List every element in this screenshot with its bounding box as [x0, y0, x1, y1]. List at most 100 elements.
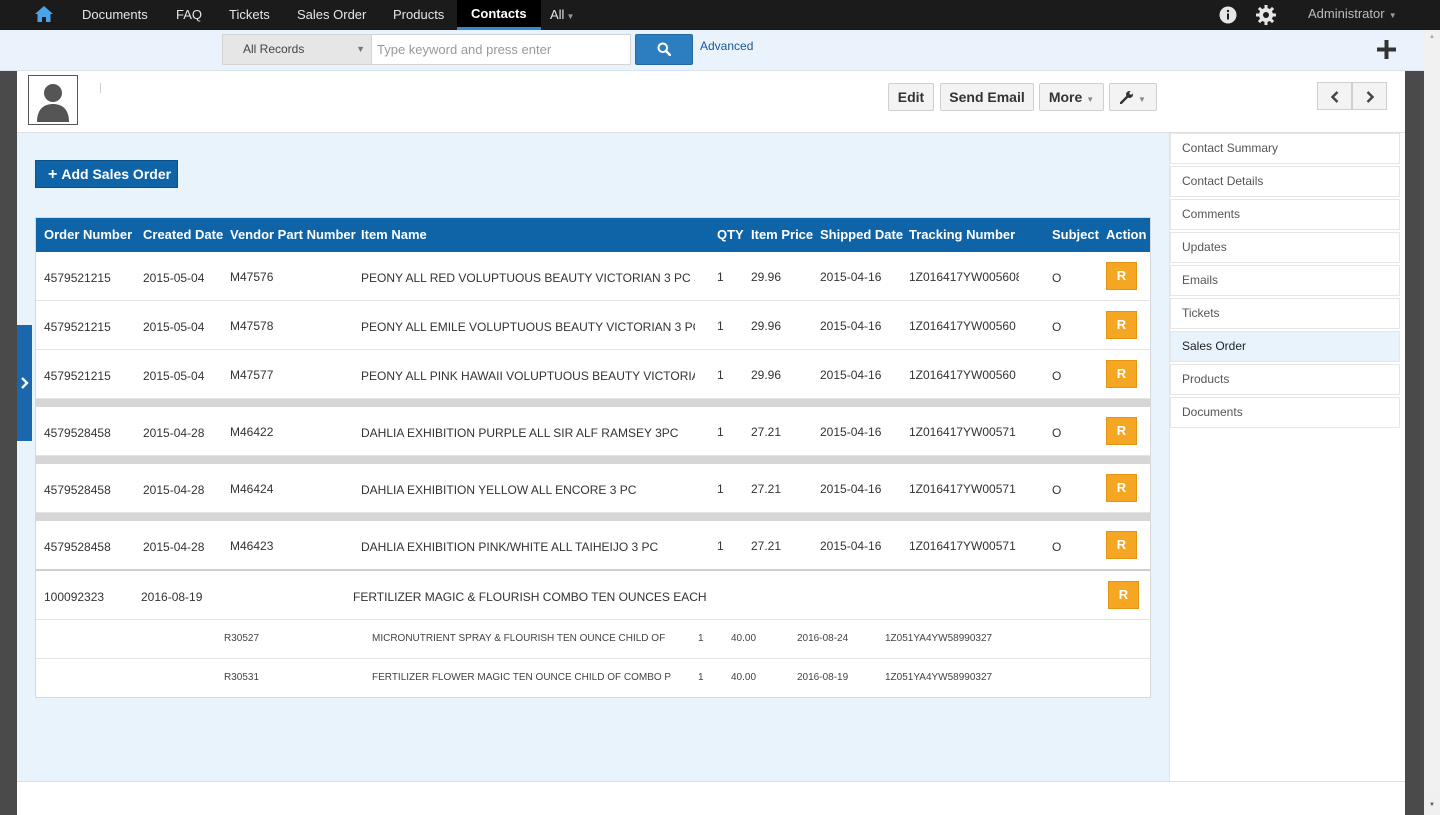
order-number: 4579528458 [44, 426, 111, 440]
table-row: 4579528458 2015-04-28 M46423 DAHLIA EXHI… [36, 521, 1150, 571]
shipped-date: 2015-04-16 [820, 425, 882, 439]
column-qty[interactable]: QTY [717, 218, 744, 252]
item-price: 40.00 [731, 633, 757, 644]
column-item-price[interactable]: Item Price [751, 218, 813, 252]
right-frame [1405, 71, 1424, 815]
nav-sales-order[interactable]: Sales Order [297, 0, 366, 30]
home-icon[interactable] [34, 5, 54, 25]
item-name: PEONY ALL EMILE VOLUPTUOUS BEAUTY VICTOR… [361, 320, 695, 334]
tools-button[interactable]: ▼ [1109, 83, 1157, 111]
action-button[interactable]: R [1106, 531, 1137, 559]
chevron-right-icon [21, 377, 29, 389]
combo-order-row: 100092323 2016-08-19 FERTILIZER MAGIC & … [36, 571, 1150, 620]
column-tracking-number[interactable]: Tracking Number [909, 218, 1015, 252]
search-scope-select[interactable]: All Records ▼ [222, 34, 372, 65]
tab-emails[interactable]: Emails [1170, 265, 1400, 296]
qty: 1 [717, 319, 724, 333]
wrench-icon [1119, 91, 1134, 105]
scroll-up-arrow[interactable]: ▲ [1429, 34, 1435, 40]
combo-child-row: R30527 MICRONUTRIENT SPRAY & FLOURISH TE… [36, 620, 1150, 659]
add-sales-order-button[interactable]: + Add Sales Order [35, 160, 178, 188]
order-number: 4579521215 [44, 320, 111, 334]
combo-child-row: R30531 FERTILIZER FLOWER MAGIC TEN OUNCE… [36, 659, 1150, 697]
shipped-date: 2016-08-19 [797, 672, 849, 683]
tab-tickets[interactable]: Tickets [1170, 298, 1400, 329]
shipped-date: 2015-04-16 [820, 319, 882, 333]
advanced-search-link[interactable]: Advanced [700, 39, 753, 53]
chevron-down-icon: ▼ [1386, 11, 1397, 20]
column-item-name[interactable]: Item Name [361, 218, 427, 252]
created-date: 2015-04-28 [143, 426, 205, 440]
sidebar-toggle[interactable] [17, 325, 32, 441]
column-created-date[interactable]: Created Date [143, 218, 223, 252]
chevron-down-icon: ▼ [566, 12, 575, 21]
record-header: Edit Send Email More ▼ ▼ [17, 71, 1405, 133]
nav-tickets[interactable]: Tickets [229, 0, 270, 30]
plus-icon[interactable] [1377, 40, 1396, 59]
vendor-part-number: R30527 [224, 633, 260, 644]
action-button[interactable]: R [1108, 581, 1139, 609]
tab-contact-details[interactable]: Contact Details [1170, 166, 1400, 197]
action-button[interactable]: R [1106, 311, 1137, 339]
tab-products[interactable]: Products [1170, 364, 1400, 395]
table-row: 4579521215 2015-05-04 M47578 PEONY ALL E… [36, 301, 1150, 350]
qty: 1 [717, 425, 724, 439]
created-date: 2015-04-28 [143, 540, 205, 554]
send-email-button[interactable]: Send Email [940, 83, 1034, 111]
nav-all[interactable]: All ▼ [550, 0, 574, 30]
more-button[interactable]: More ▼ [1039, 83, 1104, 111]
column-shipped-date[interactable]: Shipped Date [820, 218, 903, 252]
vendor-part-number: M47576 [230, 270, 274, 284]
created-date: 2015-05-04 [143, 369, 205, 383]
column-vendor-part-number[interactable]: Vendor Part Number [230, 218, 356, 252]
tab-documents[interactable]: Documents [1170, 397, 1400, 428]
top-navbar: Documents FAQ Tickets Sales Order Produc… [0, 0, 1440, 30]
column-order-number[interactable]: Order Number [44, 218, 132, 252]
shipped-date: 2015-04-16 [820, 368, 882, 382]
table-row: 4579521215 2015-05-04 M47577 PEONY ALL P… [36, 350, 1150, 399]
shipped-date: 2015-04-16 [820, 270, 882, 284]
user-menu[interactable]: Administrator ▼ [1308, 0, 1397, 30]
row-group-separator [36, 513, 1150, 521]
next-record-button[interactable] [1352, 82, 1387, 110]
tab-updates[interactable]: Updates [1170, 232, 1400, 263]
nav-faq[interactable]: FAQ [176, 0, 202, 30]
vendor-part-number: M46423 [230, 539, 274, 553]
order-number: 4579528458 [44, 483, 111, 497]
tab-comments[interactable]: Comments [1170, 199, 1400, 230]
vendor-part-number: R30531 [224, 672, 260, 683]
column-subject[interactable]: Subject [1052, 218, 1099, 252]
order-number: 4579528458 [44, 540, 111, 554]
search-button[interactable] [635, 34, 693, 65]
tracking-number: 1Z016417YW00571 [909, 539, 1016, 553]
search-icon [657, 42, 671, 56]
action-button[interactable]: R [1106, 360, 1137, 388]
chevron-down-icon: ▼ [1086, 95, 1095, 104]
nav-products[interactable]: Products [393, 0, 444, 30]
tab-contact-summary[interactable]: Contact Summary [1170, 133, 1400, 164]
previous-record-button[interactable] [1317, 82, 1352, 110]
action-button[interactable]: R [1106, 262, 1137, 290]
edit-button[interactable]: Edit [888, 83, 934, 111]
action-button[interactable]: R [1106, 474, 1137, 502]
nav-contacts[interactable]: Contacts [457, 0, 541, 30]
subject: O [1052, 426, 1062, 440]
subject: O [1052, 320, 1062, 334]
tab-sales-order[interactable]: Sales Order [1170, 331, 1400, 362]
qty: 1 [698, 633, 704, 644]
action-button[interactable]: R [1106, 417, 1137, 445]
column-action[interactable]: Action [1106, 218, 1146, 252]
nav-documents[interactable]: Documents [82, 0, 148, 30]
subject: O [1052, 540, 1062, 554]
tracking-number: 1Z051YA4YW58990327 [885, 672, 993, 683]
item-price: 27.21 [751, 482, 782, 496]
scroll-down-arrow[interactable]: ▼ [1429, 802, 1435, 808]
item-price: 40.00 [731, 672, 757, 683]
scrollbar[interactable] [1424, 30, 1440, 815]
row-group-separator [36, 456, 1150, 464]
gear-icon[interactable] [1255, 4, 1277, 26]
qty: 1 [717, 270, 724, 284]
search-scope-value: All Records [243, 42, 305, 56]
search-input[interactable] [371, 34, 631, 65]
info-icon[interactable] [1219, 6, 1237, 24]
